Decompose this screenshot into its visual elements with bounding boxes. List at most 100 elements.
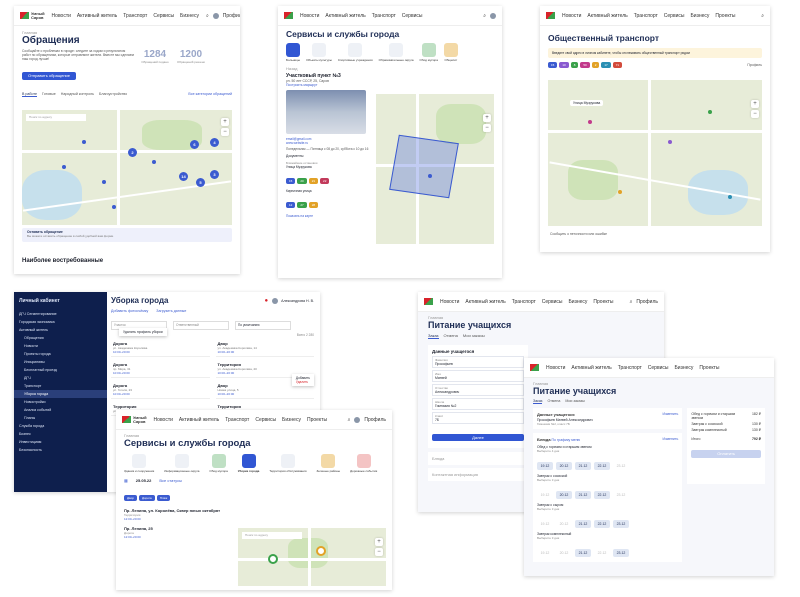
bus-marker[interactable] — [668, 140, 672, 144]
zoom-out-icon[interactable]: − — [375, 548, 383, 556]
route-chip[interactable]: 20 — [297, 178, 307, 184]
logo[interactable] — [284, 12, 293, 19]
nav-transport[interactable]: Транспорт — [123, 13, 147, 19]
route-chip[interactable]: 22 — [320, 178, 330, 184]
nav-projects[interactable]: Проекты — [307, 417, 327, 423]
sidebar-item[interactable]: Новости — [14, 342, 107, 350]
nav-services[interactable]: Сервисы — [255, 417, 276, 423]
route-chip[interactable]: 21 — [308, 178, 319, 184]
filter-sort[interactable]: По умолчанию — [235, 321, 291, 330]
route-chip[interactable]: 28 — [308, 202, 319, 208]
tab-in-work[interactable]: В работе — [22, 92, 37, 97]
sidebar-item[interactable]: Инициативы — [14, 358, 107, 366]
map-point[interactable] — [62, 165, 66, 169]
transport-map[interactable]: Улица Музрукова + − — [548, 80, 762, 226]
tab-my-orders[interactable]: Мои заказы — [463, 333, 485, 339]
map-cluster[interactable]: 14 — [179, 172, 188, 181]
report-error-link[interactable]: Сообщить о неточности или ошибке — [550, 232, 607, 236]
zoom-out-icon[interactable]: − — [221, 128, 229, 136]
logo[interactable]: Умный Саров — [122, 415, 147, 424]
sidebar-item[interactable]: Обращения — [14, 334, 107, 342]
user-name[interactable]: Александрова Н. В. — [281, 299, 314, 303]
map-point[interactable] — [102, 180, 106, 184]
avatar[interactable] — [212, 12, 219, 19]
map-search-input[interactable]: Поиск по адресу — [242, 532, 302, 539]
search-icon[interactable]: ⌕ — [348, 417, 351, 423]
date-cell[interactable]: 19.12 — [537, 520, 553, 528]
appeal-banner[interactable]: Оставить обращение Вы можете оставить об… — [22, 228, 232, 242]
input-lastname[interactable]: Фамилия Прокофьев — [432, 356, 524, 368]
nav-active[interactable]: Активный житель — [587, 13, 627, 19]
service-tile[interactable]: Объекты культуры — [306, 43, 332, 62]
nav-projects[interactable]: Проекты — [715, 13, 735, 19]
nav-business[interactable]: Бизнесу — [675, 365, 694, 371]
date-cell[interactable]: 23.12 — [613, 462, 629, 470]
logo[interactable] — [424, 298, 433, 305]
nav-news[interactable]: Новости — [562, 13, 581, 19]
zoom-in-icon[interactable]: + — [221, 118, 229, 126]
back-link[interactable]: Назад — [286, 66, 494, 71]
nav-news[interactable]: Новости — [300, 13, 319, 19]
add-survey-button[interactable]: Добавить фотосъёмку — [111, 309, 148, 313]
input-patronymic[interactable]: Отчество Александрович — [432, 384, 524, 396]
date-cell[interactable]: 21.12 — [575, 520, 591, 528]
zoom-in-icon[interactable]: + — [483, 114, 491, 122]
nav-active[interactable]: Активный житель — [325, 13, 365, 19]
zoom-in-icon[interactable]: + — [751, 100, 759, 108]
tab-my-orders[interactable]: Мои заказы — [565, 399, 585, 404]
tag-chip[interactable]: Двор — [124, 495, 137, 501]
sidebar-item[interactable]: Бизнес — [14, 430, 107, 438]
service-tile[interactable]: Здания и сооружения — [124, 454, 154, 473]
nav-services[interactable]: Сервисы — [542, 299, 563, 305]
date-cell[interactable]: 22.12 — [594, 549, 610, 557]
sidebar-item[interactable]: Инвестициям — [14, 438, 107, 446]
tab-order[interactable]: Заказ — [533, 399, 543, 404]
profile-link[interactable]: Профиль — [747, 63, 762, 67]
list-item[interactable]: Пр. Ленина, ул. Королёва, Сквер юных окт… — [124, 508, 224, 521]
service-tile-active[interactable]: Уборка города — [238, 454, 259, 473]
input-firstname[interactable]: Имя Матвей — [432, 370, 524, 382]
route-link[interactable]: Построить маршрут — [286, 83, 494, 87]
sidebar-item-active[interactable]: Уборка города — [14, 390, 107, 398]
tab-cancel[interactable]: Отмена — [547, 399, 560, 404]
date-cell[interactable]: 19.12 — [537, 462, 553, 470]
sidebar-item[interactable]: Проекты города — [14, 350, 107, 358]
date-cell[interactable]: 21.12 — [575, 549, 591, 557]
logo[interactable] — [546, 12, 555, 19]
service-tile[interactable]: Зеленые районы — [316, 454, 340, 473]
sidebar-item[interactable]: Транспорт — [14, 382, 107, 390]
route-chip[interactable]: 12 — [286, 202, 296, 208]
status-filter[interactable]: Все статусы — [159, 478, 182, 483]
input-school[interactable]: Школа Гимназия №2 — [432, 398, 524, 410]
list-item[interactable]: Дорога пр. Мира, 31 10:00–20:00 — [111, 360, 210, 378]
route-chip[interactable]: 71 — [612, 62, 623, 68]
route-chip[interactable]: 17 — [601, 62, 611, 68]
section-dishes[interactable]: Блюда — [428, 452, 528, 465]
tag-chip[interactable]: Пляж — [156, 495, 171, 501]
tab-improvement[interactable]: Благоустройство — [99, 92, 127, 97]
date-cell[interactable]: 22.12 — [594, 462, 610, 470]
bus-marker[interactable] — [728, 195, 732, 199]
search-icon[interactable]: ⌕ — [761, 13, 764, 19]
sidebar-item[interactable]: Новостройки — [14, 398, 107, 406]
nav-profile[interactable]: Профиль — [364, 417, 386, 423]
nav-services[interactable]: Сервисы — [648, 365, 669, 371]
service-tile[interactable]: Общепит — [443, 43, 458, 62]
map-point[interactable] — [152, 160, 156, 164]
nav-active[interactable]: Активный житель — [465, 299, 505, 305]
sidebar-item[interactable]: ДГЧ Сегментирование — [14, 310, 107, 318]
nav-services[interactable]: Сервисы — [153, 13, 174, 19]
appeals-map[interactable]: Поиск по адресу 2 6 3 5 14 4 + − — [22, 110, 232, 225]
bus-marker[interactable] — [588, 120, 592, 124]
avatar[interactable] — [354, 416, 361, 423]
nav-business[interactable]: Бизнесу — [569, 299, 588, 305]
service-tile[interactable]: Обод мусора — [420, 43, 438, 62]
nav-services[interactable]: Сервисы — [664, 13, 685, 19]
nav-projects[interactable]: Проекты — [593, 299, 613, 305]
nav-news[interactable]: Новости — [154, 417, 173, 423]
search-icon[interactable]: ⌕ — [483, 13, 486, 19]
section-contact[interactable]: Контактная информация — [428, 468, 528, 481]
map-point[interactable] — [428, 174, 432, 178]
map-point[interactable] — [82, 140, 86, 144]
notification-icon[interactable]: ● — [265, 298, 269, 304]
